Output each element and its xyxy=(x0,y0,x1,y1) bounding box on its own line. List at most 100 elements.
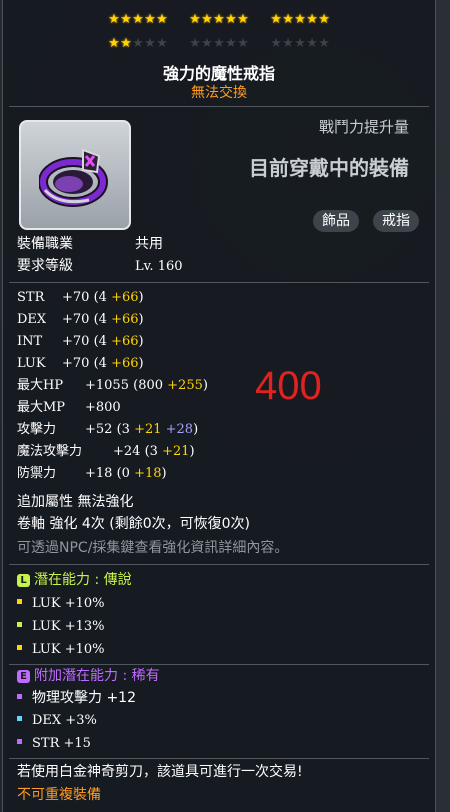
stat-close: ) xyxy=(161,466,167,481)
bonus-potential-line: DEX +3% xyxy=(17,713,97,729)
bullet-icon xyxy=(17,599,22,604)
stat-label: 魔法攻擊力 xyxy=(17,444,83,459)
stat-close: ) xyxy=(138,290,144,305)
stat-base: +70 xyxy=(62,290,90,305)
scissors-note: 若使用白金神奇剪刀，該道具可進行一次交易! xyxy=(17,764,303,780)
star-icon: ★ xyxy=(144,12,156,27)
purple-ring-icon xyxy=(39,148,108,207)
stat-label: 攻擊力 xyxy=(17,422,57,437)
star-icon: ★ xyxy=(294,36,306,51)
star-icon: ★ xyxy=(318,36,330,51)
stat-close: ) xyxy=(138,356,144,371)
stat-row: INT +70 (4 +66) xyxy=(17,334,144,350)
stat-plus: +66 xyxy=(111,356,139,371)
stat-plus: +255 xyxy=(167,378,203,393)
stat-row: 防禦力 +18 (0 +18) xyxy=(17,466,167,482)
potential-line: LUK +13% xyxy=(17,619,105,635)
star-force-row-1: ★★★★★ ★★★★★ ★★★★★ xyxy=(3,8,435,27)
stat-close: ) xyxy=(189,444,195,459)
star-icon: ★ xyxy=(282,12,294,27)
bullet-icon xyxy=(17,694,22,699)
req-job-row: 裝備職業 共用 xyxy=(17,236,163,252)
stat-base: +70 xyxy=(62,334,90,349)
legendary-badge-icon: L xyxy=(17,574,30,587)
divider xyxy=(9,564,429,565)
stat-label: INT xyxy=(17,334,43,349)
stat-row: DEX +70 (4 +66) xyxy=(17,312,144,328)
req-label: 要求等級 xyxy=(17,258,73,274)
star-icon: ★ xyxy=(213,36,225,51)
stat-plus: +21 xyxy=(134,422,162,437)
bullet-icon xyxy=(17,622,22,627)
bullet-icon xyxy=(17,645,22,650)
tag-accessory: 飾品 xyxy=(313,210,359,232)
stat-row: LUK +70 (4 +66) xyxy=(17,356,144,372)
hint-text: 可透過NPC/採集鍵查看強化資訊詳細內容。 xyxy=(17,540,289,556)
star-icon: ★ xyxy=(282,36,294,51)
stat-base: +18 xyxy=(85,466,113,481)
stat-close: ) xyxy=(193,422,199,437)
stat-base: +1055 xyxy=(85,378,129,393)
stat-open: (0 xyxy=(116,466,130,481)
scrollbar[interactable] xyxy=(436,0,450,812)
stat-open: (800 xyxy=(133,378,164,393)
stat-close: ) xyxy=(138,334,144,349)
star-icon: ★ xyxy=(225,36,237,51)
stat-plus: +66 xyxy=(111,312,139,327)
star-icon: ★ xyxy=(189,12,201,27)
currently-equipped-text: 目前穿戴中的裝備 xyxy=(249,156,409,180)
star-icon: ★ xyxy=(156,36,168,51)
combat-power-label: 戰鬥力提升量 xyxy=(318,118,409,136)
bonus-potential-line-text: STR +15 xyxy=(32,736,91,751)
potential-line: LUK +10% xyxy=(17,596,105,612)
star-icon: ★ xyxy=(201,12,213,27)
item-icon-frame[interactable] xyxy=(19,120,131,230)
item-tooltip: ★★★★★ ★★★★★ ★★★★★ ★★★★★ ★★★★★ ★★★★★ 強力的魔… xyxy=(2,0,436,812)
divider xyxy=(9,758,429,759)
stat-row: 最大HP +1055 (800 +255) xyxy=(17,378,208,394)
stat-label: STR xyxy=(17,290,45,305)
stat-plus: +18 xyxy=(134,466,162,481)
stat-label: 最大HP xyxy=(17,378,64,393)
star-icon: ★ xyxy=(156,12,168,27)
stat-open: (4 xyxy=(93,334,107,349)
additional-option-row: 追加屬性 無法強化 xyxy=(17,494,134,510)
star-icon: ★ xyxy=(237,12,249,27)
stat-label: 最大MP xyxy=(17,400,66,415)
epic-badge-icon: E xyxy=(17,670,30,683)
trade-status: 無法交換 xyxy=(191,85,247,101)
potential-line: LUK +10% xyxy=(17,642,105,658)
star-group: ★★★★★ xyxy=(189,37,249,50)
bullet-icon xyxy=(17,716,22,721)
star-icon: ★ xyxy=(270,12,282,27)
req-value: Lv. 160 xyxy=(135,259,183,274)
req-level-row: 要求等級 Lv. 160 xyxy=(17,258,183,275)
star-icon: ★ xyxy=(132,12,144,27)
stat-row: 最大MP +800 xyxy=(17,400,121,416)
bonus-potential-line: 物理攻擊力 +12 xyxy=(17,690,136,706)
stat-plus: +21 xyxy=(162,444,190,459)
stat-row: STR +70 (4 +66) xyxy=(17,290,144,306)
star-icon: ★ xyxy=(318,12,330,27)
stat-row: 攻擊力 +52 (3 +21 +28) xyxy=(17,422,198,438)
bonus-potential-title: 附加潛在能力 : 稀有 xyxy=(34,668,160,684)
stat-plus: +66 xyxy=(111,334,139,349)
star-icon: ★ xyxy=(237,36,249,51)
req-value: 共用 xyxy=(135,236,163,252)
stat-base: +70 xyxy=(62,356,90,371)
potential-line-text: LUK +10% xyxy=(32,596,105,611)
stat-close: ) xyxy=(138,312,144,327)
bonus-potential-line-text: 物理攻擊力 +12 xyxy=(32,690,136,706)
divider xyxy=(9,106,429,107)
scroll-upgrade-row: 卷軸 強化 4次 (剩餘0次，可恢復0次) xyxy=(17,516,250,532)
tag-ring: 戒指 xyxy=(373,210,419,232)
stat-base: +800 xyxy=(85,400,121,415)
potential-title: 潛在能力 : 傳說 xyxy=(34,572,132,588)
star-group: ★★★★★ xyxy=(270,13,330,26)
stat-open: (4 xyxy=(93,356,107,371)
stat-open: (3 xyxy=(144,444,158,459)
stat-close: ) xyxy=(202,378,208,393)
star-icon: ★ xyxy=(108,12,120,27)
star-icon: ★ xyxy=(189,36,201,51)
stat-plus: +66 xyxy=(111,290,139,305)
